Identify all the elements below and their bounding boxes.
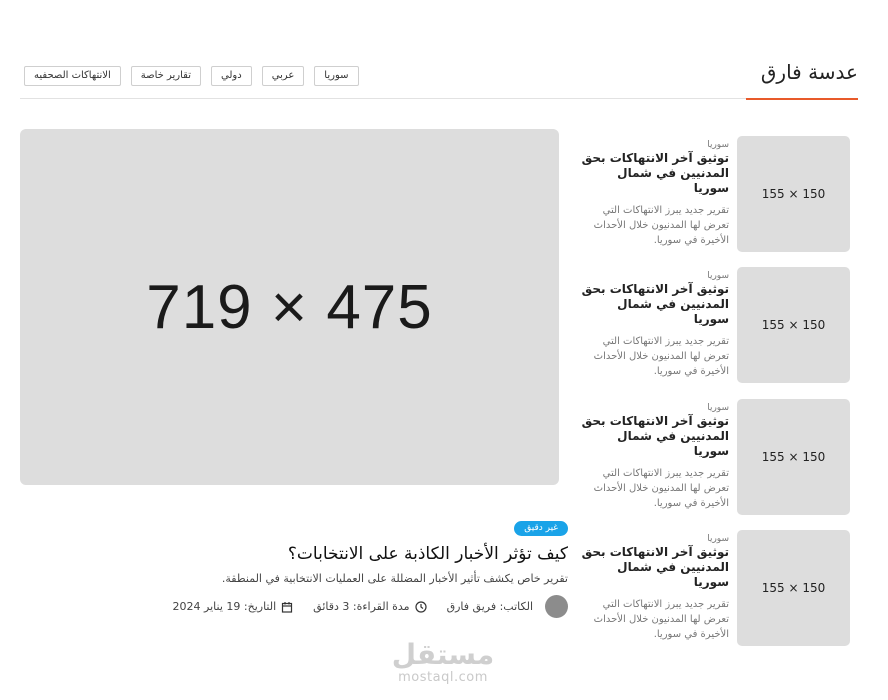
thumbnail-label: 150 × 155 [761,187,826,201]
article-category[interactable]: سوريا [579,534,729,544]
mostaql-watermark: مستقل mostaql.com [388,638,498,686]
article-excerpt: تقرير جديد يبرز الانتهاكات التي تعرض لها… [593,468,729,509]
tag-arab[interactable]: عربي [261,66,305,86]
title-accent-underline [746,98,858,100]
featured-article: غير دقيق كيف تؤثر الأخبار الكاذبة على ال… [8,515,568,618]
hero-image-placeholder[interactable]: 719 × 475 [20,129,559,485]
watermark-url: mostaql.com [398,670,488,685]
side-article-card[interactable]: 150 × 155 سوريا توثيق آخر الانتهاكات بحق… [560,136,850,252]
publish-date: التاريخ: 19 يناير 2024 [173,600,294,613]
article-title[interactable]: توثيق آخر الانتهاكات بحق المدنيين في شما… [579,151,729,196]
article-meta: الكاتب: فريق فارق مدة القراءة: 3 دقائق ا… [8,595,568,618]
calendar-icon [282,601,293,613]
article-title[interactable]: توثيق آخر الانتهاكات بحق المدنيين في شما… [579,282,729,327]
article-excerpt: تقرير جديد يبرز الانتهاكات التي تعرض لها… [593,205,729,246]
clock-icon [414,600,427,613]
read-time-label: مدة القراءة: 3 دقائق [313,600,410,613]
section-title: عدسة فارق [760,60,858,84]
tag-syria[interactable]: سوريا [314,66,359,86]
thumbnail-label: 150 × 155 [761,450,826,464]
watermark-logo: مستقل [391,638,495,671]
side-article-card[interactable]: 150 × 155 سوريا توثيق آخر الانتهاكات بحق… [560,530,850,646]
featured-description: تقرير خاص يكشف تأثير الأخبار المضللة على… [221,572,568,585]
article-category[interactable]: سوريا [579,140,729,150]
author: الكاتب: فريق فارق [447,600,533,613]
author-label: الكاتب: فريق فارق [446,600,533,613]
side-article-card[interactable]: 150 × 155 سوريا توثيق آخر الانتهاكات بحق… [560,399,850,515]
article-thumbnail[interactable]: 150 × 155 [737,399,850,515]
header-divider [20,98,858,99]
featured-title[interactable]: كيف تؤثر الأخبار الكاذبة على الانتخابات؟ [8,544,568,564]
date-label: التاريخ: 19 يناير 2024 [172,600,277,613]
article-category[interactable]: سوريا [579,403,729,413]
article-thumbnail[interactable]: 150 × 155 [737,530,850,646]
article-thumbnail[interactable]: 150 × 155 [737,136,850,252]
article-title[interactable]: توثيق آخر الانتهاكات بحق المدنيين في شما… [579,414,729,459]
read-time: مدة القراءة: 3 دقائق [313,600,427,613]
thumbnail-label: 150 × 155 [761,581,826,595]
article-category[interactable]: سوريا [579,271,729,281]
side-article-card[interactable]: 150 × 155 سوريا توثيق آخر الانتهاكات بحق… [560,267,850,383]
category-tags: الانتهاكات الصحفيه تقارير خاصة دولي عربي… [24,66,359,86]
tag-international[interactable]: دولي [211,66,252,86]
article-excerpt: تقرير جديد يبرز الانتهاكات التي تعرض لها… [593,599,729,640]
article-thumbnail[interactable]: 150 × 155 [737,267,850,383]
article-title[interactable]: توثيق آخر الانتهاكات بحق المدنيين في شما… [579,545,729,590]
hero-placeholder-label: 719 × 475 [146,272,433,342]
article-excerpt: تقرير جديد يبرز الانتهاكات التي تعرض لها… [593,336,729,377]
tag-violations[interactable]: الانتهاكات الصحفيه [24,66,121,86]
tag-special-reports[interactable]: تقارير خاصة [130,66,202,86]
thumbnail-label: 150 × 155 [761,318,826,332]
